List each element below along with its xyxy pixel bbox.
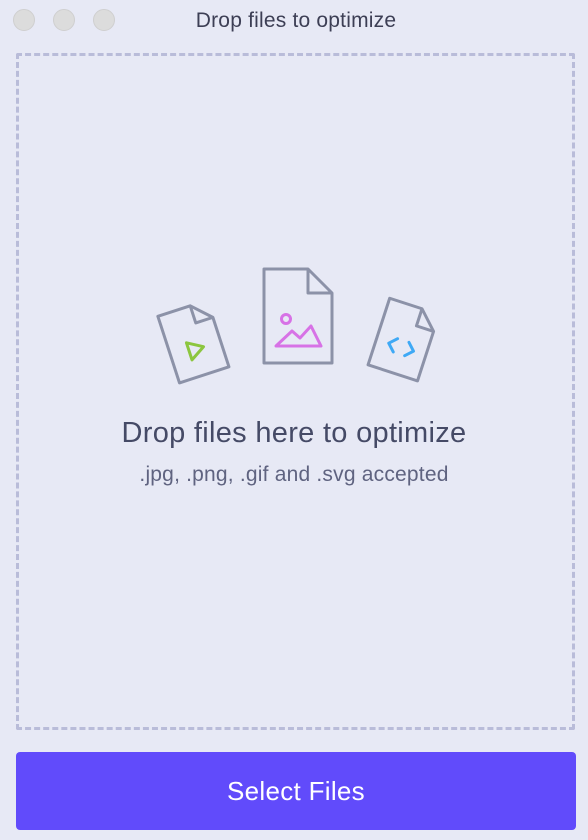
video-file-icon	[156, 304, 231, 385]
code-file-icon	[366, 296, 436, 383]
file-type-illustration	[0, 262, 588, 392]
app-window: Drop files to optimize Drop files here t…	[0, 0, 588, 840]
image-file-icon	[262, 267, 334, 365]
drop-headline: Drop files here to optimize	[121, 417, 467, 449]
select-files-button[interactable]: Select Files	[16, 752, 576, 830]
title-bar: Drop files to optimize	[0, 0, 588, 42]
accepted-formats-text: .jpg, .png, .gif and .svg accepted	[139, 463, 449, 486]
window-title: Drop files to optimize	[195, 9, 397, 32]
